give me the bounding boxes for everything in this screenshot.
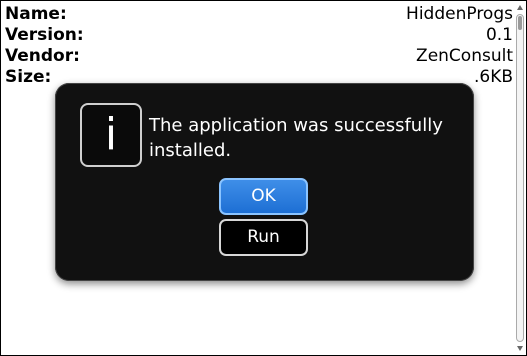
scroll-thumb[interactable] xyxy=(518,16,522,30)
size-label: Size: xyxy=(5,67,52,87)
run-button[interactable]: Run xyxy=(219,219,308,256)
name-label: Name: xyxy=(5,4,67,24)
ok-button[interactable]: OK xyxy=(219,178,308,215)
version-label: Version: xyxy=(5,25,84,45)
scroll-track[interactable] xyxy=(516,14,524,342)
detail-row-name: Name: HiddenProgs xyxy=(5,4,513,25)
scrollbar[interactable] xyxy=(514,1,526,355)
dialog-message: The application was successfully install… xyxy=(149,115,443,161)
detail-row-vendor: Vendor: ZenConsult xyxy=(5,46,513,67)
detail-row-version: Version: 0.1 xyxy=(5,25,513,46)
app-details: Name: HiddenProgs Version: 0.1 Vendor: Z… xyxy=(5,4,513,88)
version-value: 0.1 xyxy=(485,25,513,45)
info-icon: i xyxy=(80,103,142,167)
vendor-value: ZenConsult xyxy=(416,46,513,66)
vendor-label: Vendor: xyxy=(5,46,80,66)
scroll-up-icon[interactable] xyxy=(517,5,523,10)
name-value: HiddenProgs xyxy=(406,4,513,24)
scroll-down-icon[interactable] xyxy=(517,346,523,351)
install-success-dialog: i The application was successfully insta… xyxy=(55,83,474,281)
size-value: .6KB xyxy=(473,67,513,87)
app-install-screen: Name: HiddenProgs Version: 0.1 Vendor: Z… xyxy=(0,0,527,356)
